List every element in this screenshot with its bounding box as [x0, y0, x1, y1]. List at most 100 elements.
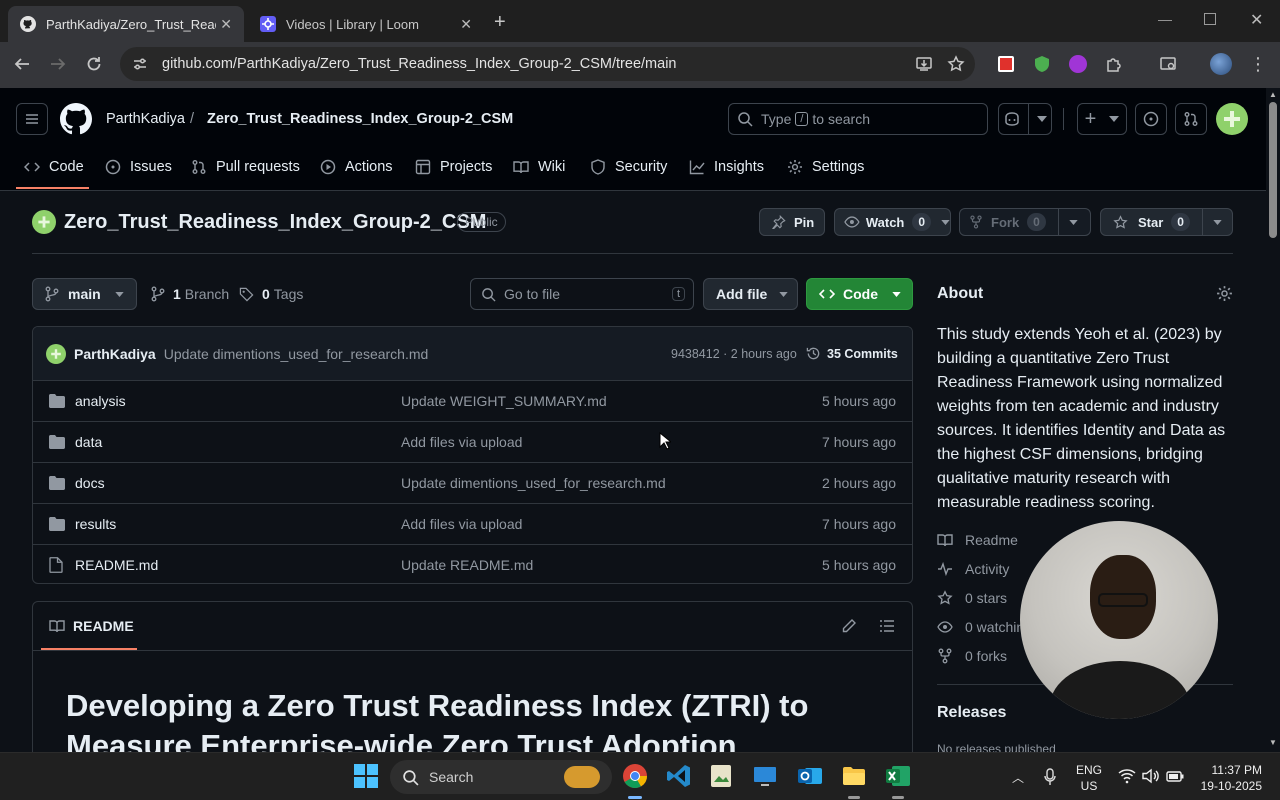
file-explorer-icon[interactable] — [841, 763, 869, 791]
repo-title[interactable]: Zero_Trust_Readiness_Index_Group-2_CSM — [64, 211, 486, 234]
file-row[interactable]: results Add files via upload 7 hours ago — [33, 503, 912, 544]
readme-link[interactable]: Readme — [937, 532, 1018, 548]
create-new-button[interactable]: + — [1077, 103, 1127, 135]
restore-icon[interactable] — [1204, 13, 1216, 25]
battery-icon[interactable] — [1166, 768, 1184, 784]
star-button[interactable]: Star 0 — [1100, 208, 1233, 236]
commits-link[interactable]: 35 Commits — [806, 346, 898, 361]
file-commit-message[interactable]: Add files via upload — [401, 516, 522, 532]
file-row[interactable]: data Add files via upload 7 hours ago — [33, 421, 912, 462]
gear-icon[interactable] — [1216, 285, 1233, 302]
github-logo-icon[interactable] — [60, 103, 92, 135]
tags-link[interactable]: 0 Tags — [239, 286, 303, 302]
outlook-icon[interactable] — [797, 763, 825, 791]
close-tab-icon[interactable]: ✕ — [220, 16, 232, 33]
file-commit-message[interactable]: Update WEIGHT_SUMMARY.md — [401, 393, 607, 409]
pull-requests-button[interactable] — [1175, 103, 1207, 135]
file-row[interactable]: docs Update dimentions_used_for_research… — [33, 462, 912, 503]
releases-title[interactable]: Releases — [937, 704, 1006, 722]
tab-code[interactable]: Code — [24, 147, 84, 187]
reading-mode-icon[interactable] — [1156, 52, 1180, 76]
branch-selector[interactable]: main — [32, 278, 137, 310]
file-commit-message[interactable]: Add files via upload — [401, 434, 522, 450]
file-name[interactable]: README.md — [75, 557, 158, 573]
windows-start-icon[interactable] — [353, 763, 381, 791]
watch-button[interactable]: Watch 0 — [834, 208, 951, 236]
profile-avatar-icon[interactable] — [1209, 52, 1233, 76]
tab-projects[interactable]: Projects — [415, 147, 492, 187]
file-name[interactable]: data — [75, 434, 102, 450]
microphone-icon[interactable] — [1044, 768, 1056, 786]
hamburger-menu-icon[interactable] — [16, 103, 48, 135]
code-dropdown-button[interactable]: Code — [806, 278, 913, 310]
tab-settings[interactable]: Settings — [787, 147, 864, 187]
file-name[interactable]: docs — [75, 475, 105, 491]
tab-wiki[interactable]: Wiki — [513, 147, 565, 187]
copilot-button[interactable] — [998, 103, 1052, 135]
file-commit-message[interactable]: Update dimentions_used_for_research.md — [401, 475, 666, 491]
tab-issues[interactable]: Issues — [105, 147, 172, 187]
edit-pencil-icon[interactable] — [841, 618, 857, 634]
browser-tab-github[interactable]: ParthKadiya/Zero_Trust_Readine ✕ — [8, 6, 244, 42]
forks-link[interactable]: 0 forks — [937, 648, 1007, 664]
file-row[interactable]: analysis Update WEIGHT_SUMMARY.md 5 hour… — [33, 380, 912, 421]
tab-actions[interactable]: Actions — [320, 147, 393, 187]
wifi-icon[interactable] — [1118, 768, 1136, 784]
tab-pull-requests[interactable]: Pull requests — [191, 147, 300, 187]
language-indicator[interactable]: ENG US — [1076, 762, 1102, 794]
install-app-icon[interactable] — [912, 52, 936, 76]
extension-red-icon[interactable] — [994, 52, 1018, 76]
issues-button[interactable] — [1135, 103, 1167, 135]
extensions-puzzle-icon[interactable] — [1102, 52, 1126, 76]
forward-icon[interactable] — [46, 52, 70, 76]
owner-link[interactable]: ParthKadiya — [106, 111, 185, 127]
desktop-icon[interactable] — [752, 763, 780, 791]
browser-tab-loom[interactable]: Videos | Library | Loom ✕ — [248, 6, 484, 42]
close-tab-icon[interactable]: ✕ — [460, 16, 472, 33]
site-info-icon[interactable] — [132, 56, 148, 72]
bookmark-star-icon[interactable] — [944, 52, 968, 76]
user-avatar[interactable] — [1216, 103, 1248, 135]
clock[interactable]: 11:37 PM 19-10-2025 — [1196, 762, 1262, 794]
page-scrollbar[interactable]: ▲ ▼ — [1266, 88, 1280, 752]
file-commit-message[interactable]: Update README.md — [401, 557, 533, 573]
tab-security[interactable]: Security — [590, 147, 667, 187]
add-file-button[interactable]: Add file — [703, 278, 798, 310]
file-name[interactable]: results — [75, 516, 116, 532]
close-window-icon[interactable]: ✕ — [1250, 10, 1263, 30]
file-row[interactable]: README.md Update README.md 5 hours ago — [33, 544, 912, 583]
extension-purple-icon[interactable] — [1066, 52, 1090, 76]
scroll-down-icon[interactable]: ▼ — [1269, 738, 1277, 747]
chrome-icon[interactable] — [622, 763, 650, 791]
stars-link[interactable]: 0 stars — [937, 590, 1007, 606]
excel-icon[interactable] — [885, 763, 913, 791]
address-bar[interactable]: github.com/ParthKadiya/Zero_Trust_Readin… — [120, 47, 975, 81]
file-name[interactable]: analysis — [75, 393, 126, 409]
volume-icon[interactable] — [1142, 768, 1160, 784]
scroll-up-icon[interactable]: ▲ — [1269, 90, 1277, 99]
go-to-file-input[interactable]: Go to file t — [470, 278, 694, 310]
commit-meta[interactable]: 9438412 · 2 hours ago — [671, 347, 797, 361]
reload-icon[interactable] — [82, 52, 106, 76]
scrollbar-thumb[interactable] — [1269, 102, 1277, 238]
chevron-up-icon[interactable]: ︿ — [1012, 769, 1024, 786]
fork-button[interactable]: Fork 0 — [959, 208, 1091, 236]
back-icon[interactable] — [10, 52, 34, 76]
new-tab-icon[interactable]: + — [494, 11, 506, 34]
extension-shield-icon[interactable] — [1030, 52, 1054, 76]
repo-link[interactable]: Zero_Trust_Readiness_Index_Group-2_CSM — [207, 111, 513, 127]
minimize-icon[interactable]: — — [1158, 11, 1172, 27]
watching-link[interactable]: 0 watching — [937, 619, 1032, 635]
pin-button[interactable]: Pin — [759, 208, 825, 236]
image-viewer-icon[interactable] — [708, 763, 736, 791]
tab-insights[interactable]: Insights — [689, 147, 764, 187]
commit-message[interactable]: Update dimentions_used_for_research.md — [164, 346, 429, 362]
browser-menu-icon[interactable]: ⋮ — [1246, 52, 1270, 76]
taskbar-search[interactable]: Search — [390, 760, 612, 794]
global-search-input[interactable]: Type / to search — [728, 103, 988, 135]
readme-tab[interactable]: README — [49, 618, 134, 634]
commit-author[interactable]: ParthKadiya — [74, 346, 156, 362]
activity-link[interactable]: Activity — [937, 561, 1009, 577]
outline-list-icon[interactable] — [879, 618, 895, 634]
branches-link[interactable]: 1 Branch — [151, 286, 229, 302]
